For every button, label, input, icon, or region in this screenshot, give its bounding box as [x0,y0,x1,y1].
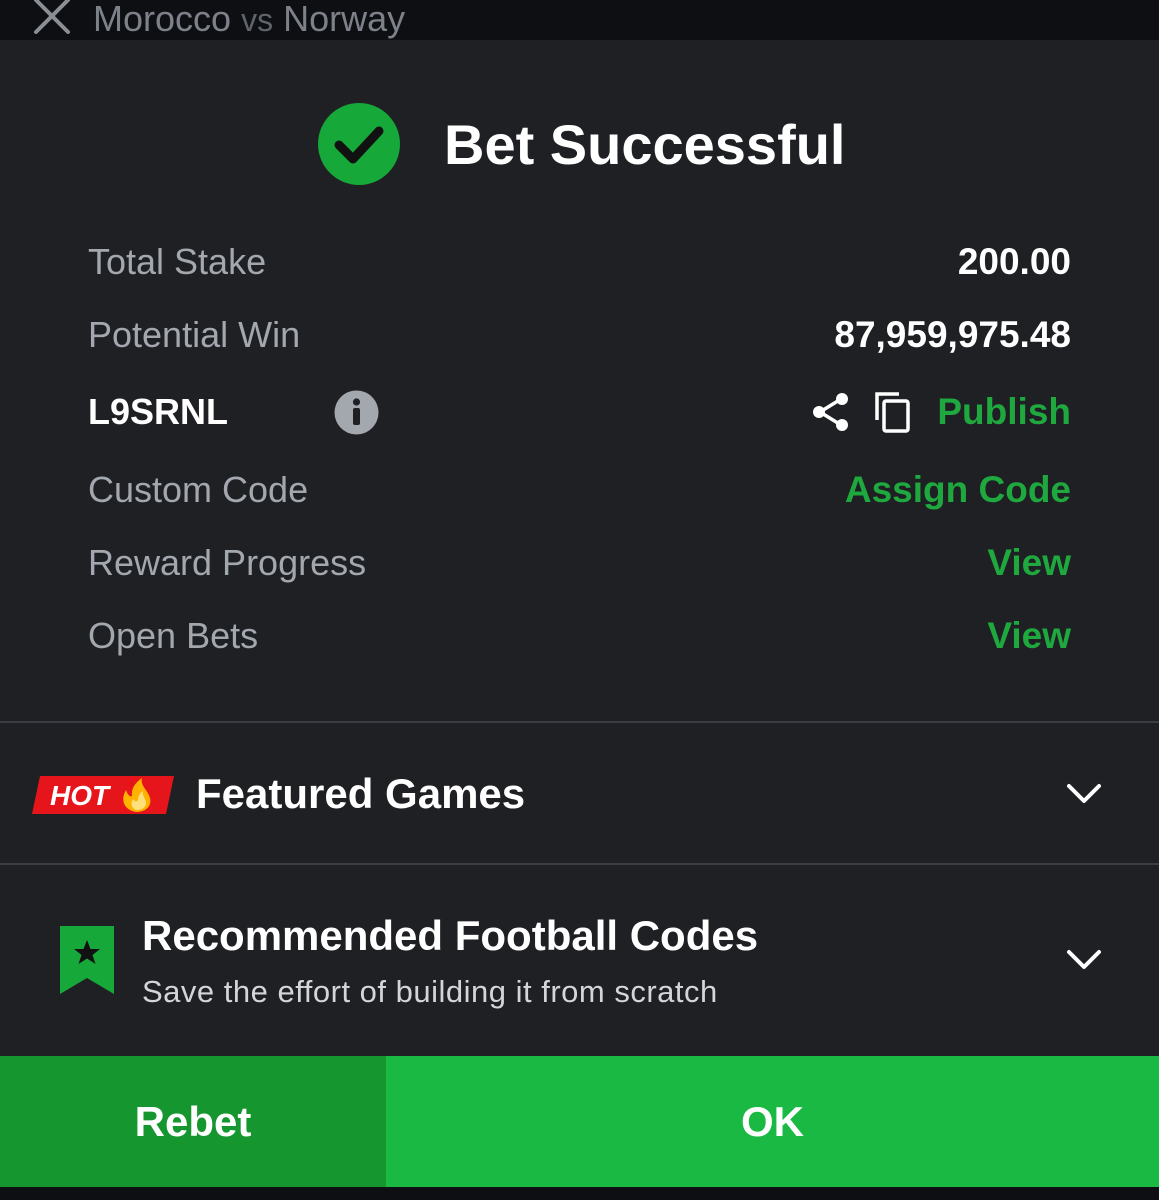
open-bets-label: Open Bets [88,615,259,656]
bookmark-star-icon [60,926,114,994]
ok-button[interactable]: OK [386,1056,1159,1187]
match-title: Morocco vs Norway [93,0,405,40]
close-icon[interactable] [30,0,74,38]
divider [0,721,1159,723]
bottom-edge [0,1187,1159,1200]
away-team: Norway [283,0,406,39]
hot-badge-label: HOT [50,780,112,811]
reward-progress-label: Reward Progress [88,542,367,583]
home-team: Morocco [93,0,232,39]
match-header: Morocco vs Norway [0,0,1159,40]
divider [0,863,1159,865]
reward-progress-row: Reward Progress View [88,538,1071,588]
info-icon[interactable] [334,390,379,435]
featured-games-title: Featured Games [196,770,526,817]
recommended-codes-title: Recommended Football Codes [142,912,759,959]
open-bets-row: Open Bets View [88,611,1071,661]
total-stake-row: Total Stake 200.00 [88,237,1071,287]
rebet-button[interactable]: Rebet [0,1056,386,1187]
potential-win-label: Potential Win [88,314,301,355]
booking-code-row: L9SRNL Publish [88,387,1071,437]
hot-badge: HOT [32,776,174,814]
reward-progress-view-link[interactable]: View [987,538,1071,588]
total-stake-label: Total Stake [88,241,267,282]
booking-code: L9SRNL [88,391,229,432]
recommended-codes-subtitle: Save the effort of building it from scra… [142,974,718,1009]
custom-code-row: Custom Code Assign Code [88,465,1071,515]
chevron-down-icon[interactable] [1065,782,1103,806]
bet-success-sheet: Morocco vs Norway Bet Successful Total S… [0,0,1159,1200]
open-bets-view-link[interactable]: View [987,611,1071,661]
check-circle-icon [318,103,400,185]
publish-link[interactable]: Publish [937,387,1071,437]
custom-code-label: Custom Code [88,469,309,510]
assign-code-link[interactable]: Assign Code [845,465,1071,515]
page-title: Bet Successful [444,113,846,176]
share-icon[interactable] [809,390,853,434]
vs-label: vs [241,2,274,38]
copy-icon[interactable] [871,390,915,434]
chevron-down-icon[interactable] [1065,948,1103,972]
total-stake-value: 200.00 [957,241,1071,282]
potential-win-row: Potential Win 87,959,975.48 [88,310,1071,360]
potential-win-value: 87,959,975.48 [834,314,1071,355]
